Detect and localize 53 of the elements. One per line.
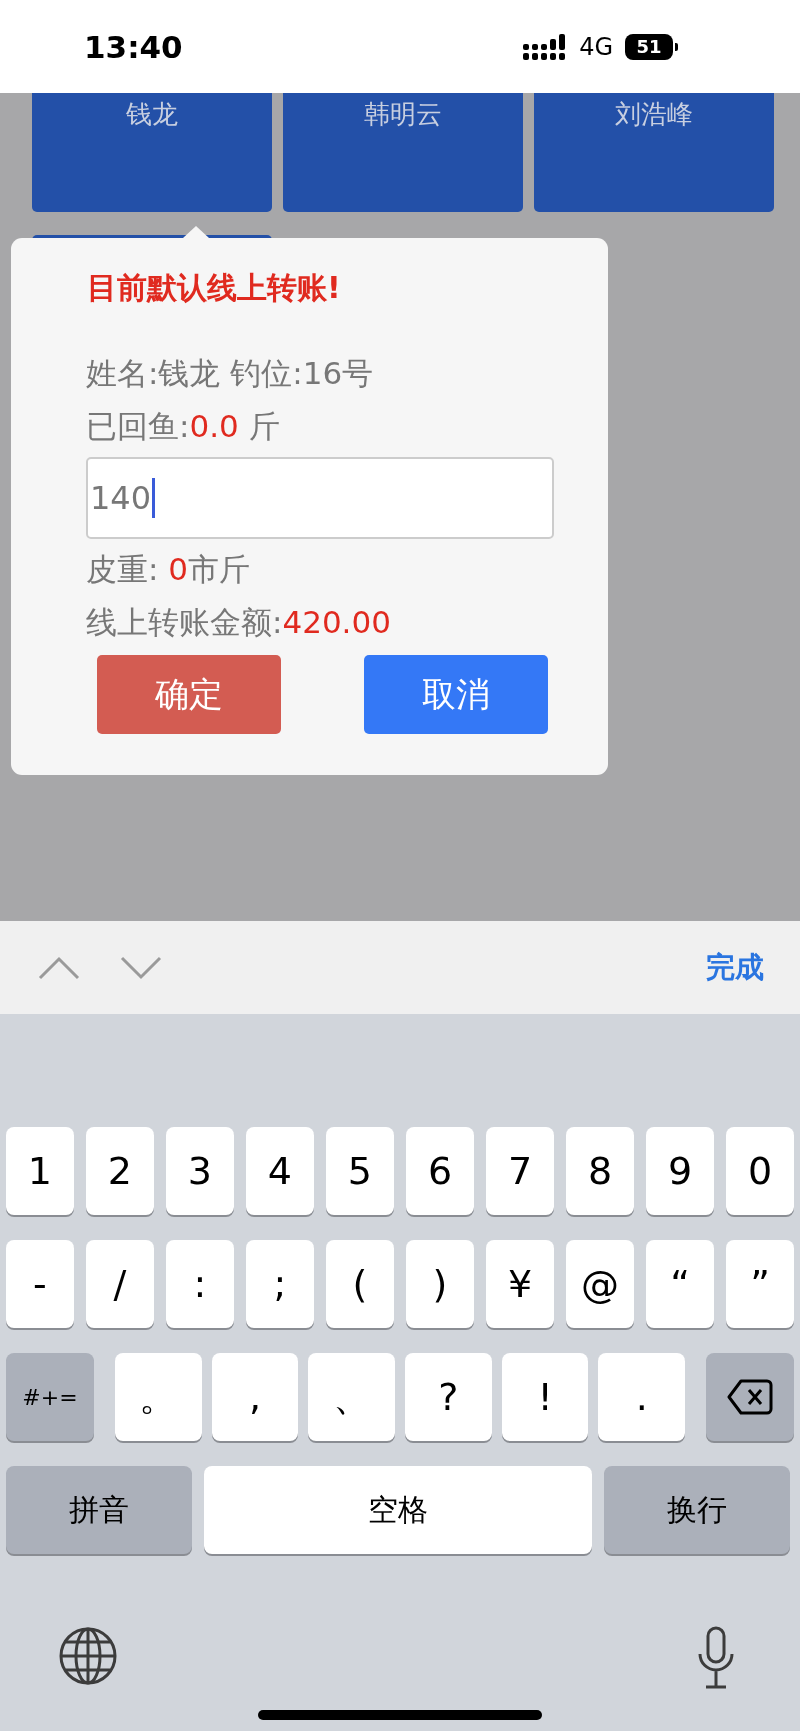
tile-name: 韩明云 — [364, 98, 442, 131]
keyboard-key[interactable]: ? — [405, 1353, 492, 1441]
name-tile[interactable]: 刘浩峰 — [534, 93, 774, 212]
keyboard-key[interactable]: 0 — [726, 1127, 794, 1215]
name-tile[interactable]: 钱龙 — [32, 93, 272, 212]
info-line: 线上转账金额:420.00 — [86, 603, 392, 642]
signal-icon — [523, 33, 568, 60]
keyboard-key[interactable]: #+= — [6, 1353, 94, 1441]
keyboard-key[interactable]: : — [166, 1240, 234, 1328]
keyboard-key[interactable]: ; — [246, 1240, 314, 1328]
cancel-button[interactable]: 取消 — [364, 655, 548, 734]
clock-time: 13:40 — [84, 28, 183, 65]
keyboard-key[interactable]: - — [6, 1240, 74, 1328]
backspace-icon — [727, 1379, 774, 1415]
keyboard-key[interactable]: , — [211, 1353, 299, 1441]
keyboard-key[interactable]: 9 — [646, 1127, 714, 1215]
name-tile[interactable]: 韩明云 — [283, 93, 523, 212]
microphone-icon[interactable] — [696, 1626, 736, 1690]
keyboard-key[interactable]: / — [86, 1240, 154, 1328]
keyboard-key[interactable]: 1 — [6, 1127, 74, 1215]
keyboard-key[interactable]: 3 — [166, 1127, 234, 1215]
info-line: 已回鱼:0.0 斤 — [86, 407, 281, 446]
keyboard-key[interactable]: 6 — [406, 1127, 474, 1215]
keyboard-key[interactable]: ( — [326, 1240, 394, 1328]
keyboard-key[interactable]: 8 — [566, 1127, 634, 1215]
keyboard-key[interactable]: ¥ — [486, 1240, 554, 1328]
tile-name: 钱龙 — [126, 98, 178, 131]
info-line: 皮重: 0市斤 — [86, 550, 252, 589]
keyboard-key[interactable]: . — [598, 1353, 686, 1441]
keyboard-key[interactable]: ! — [501, 1353, 589, 1441]
network-label: 4G — [579, 32, 613, 61]
delete-key[interactable] — [706, 1353, 795, 1441]
space-key[interactable]: 空格 — [204, 1466, 592, 1554]
input-field[interactable]: 140 — [86, 457, 554, 539]
keyboard-key[interactable]: 5 — [326, 1127, 394, 1215]
keyboard-key[interactable]: 换行 — [604, 1466, 790, 1554]
keyboard-key[interactable]: 。 — [115, 1353, 202, 1441]
keyboard-key[interactable]: 7 — [486, 1127, 554, 1215]
keyboard-key[interactable]: 4 — [246, 1127, 314, 1215]
keyboard-key[interactable]: 2 — [86, 1127, 154, 1215]
globe-icon[interactable] — [58, 1626, 118, 1686]
keyboard-key[interactable]: “ — [646, 1240, 714, 1328]
tile-name: 刘浩峰 — [615, 98, 693, 131]
keyboard-key[interactable]: 、 — [308, 1353, 395, 1441]
dialog-title: 目前默认线上转账! — [87, 269, 342, 307]
info-line: 姓名:钱龙 钓位:16号 — [86, 354, 375, 393]
battery-level: 51 — [625, 33, 673, 60]
confirm-button[interactable]: 确定 — [97, 655, 281, 734]
done-button[interactable]: 完成 — [706, 947, 764, 988]
keyboard-key[interactable]: ) — [406, 1240, 474, 1328]
keyboard-key[interactable]: 拼音 — [6, 1466, 192, 1554]
keyboard-key[interactable]: @ — [566, 1240, 634, 1328]
keyboard-key[interactable]: ” — [726, 1240, 794, 1328]
